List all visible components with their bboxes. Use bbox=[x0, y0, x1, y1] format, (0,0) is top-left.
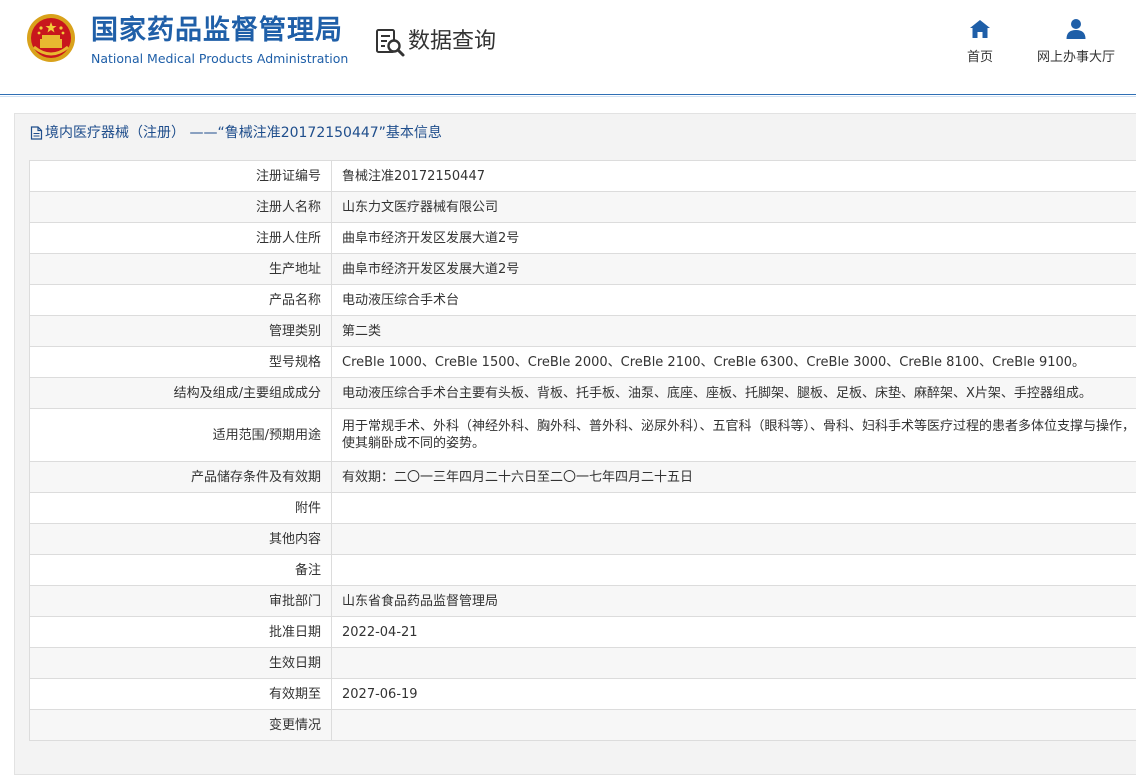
row-value bbox=[332, 710, 1136, 741]
table-row: 生产地址 曲阜市经济开发区发展大道2号 bbox=[30, 254, 1136, 285]
row-label: 产品名称 bbox=[30, 285, 332, 316]
row-label: 结构及组成/主要组成成分 bbox=[30, 378, 332, 409]
row-label: 其他内容 bbox=[30, 524, 332, 555]
site-header: 国家药品监督管理局 National Medical Products Admi… bbox=[0, 0, 1136, 95]
table-row: 产品名称 电动液压综合手术台 bbox=[30, 285, 1136, 316]
row-value: 曲阜市经济开发区发展大道2号 bbox=[332, 254, 1136, 285]
user-icon bbox=[1065, 18, 1087, 40]
row-label: 批准日期 bbox=[30, 617, 332, 648]
row-value: 2022-04-21 bbox=[332, 617, 1136, 648]
row-value bbox=[332, 648, 1136, 679]
row-value: 山东力文医疗器械有限公司 bbox=[332, 192, 1136, 223]
detail-panel: 境内医疗器械（注册） ——“鲁械注准20172150447”基本信息 注册证编号… bbox=[14, 113, 1136, 775]
row-value: 电动液压综合手术台主要有头板、背板、托手板、油泵、底座、座板、托脚架、腿板、足板… bbox=[332, 378, 1136, 409]
row-value: 鲁械注准20172150447 bbox=[332, 161, 1136, 192]
data-query-label: 数据查询 bbox=[408, 26, 496, 58]
table-row: 型号规格 CreBle 1000、CreBle 1500、CreBle 2000… bbox=[30, 347, 1136, 378]
national-emblem-icon[interactable] bbox=[26, 13, 76, 63]
detail-table: 注册证编号 鲁械注准20172150447 注册人名称 山东力文医疗器械有限公司… bbox=[29, 160, 1136, 741]
row-value bbox=[332, 524, 1136, 555]
row-label: 生产地址 bbox=[30, 254, 332, 285]
table-row: 生效日期 bbox=[30, 648, 1136, 679]
row-value: 第二类 bbox=[332, 316, 1136, 347]
row-value: 2027-06-19 bbox=[332, 679, 1136, 710]
table-row: 附件 bbox=[30, 493, 1136, 524]
row-value: 用于常规手术、外科（神经外科、胸外科、普外科、泌尿外科）、五官科（眼科等）、骨科… bbox=[332, 409, 1136, 462]
row-value: 电动液压综合手术台 bbox=[332, 285, 1136, 316]
header-divider bbox=[0, 96, 1136, 97]
panel-title-text: 境内医疗器械（注册） ——“鲁械注准20172150447”基本信息 bbox=[45, 114, 442, 152]
table-row: 管理类别 第二类 bbox=[30, 316, 1136, 347]
detail-table-wrap: 注册证编号 鲁械注准20172150447 注册人名称 山东力文医疗器械有限公司… bbox=[29, 160, 1136, 741]
row-label: 有效期至 bbox=[30, 679, 332, 710]
table-row: 审批部门 山东省食品药品监督管理局 bbox=[30, 586, 1136, 617]
table-row: 产品储存条件及有效期 有效期：二〇一三年四月二十六日至二〇一七年四月二十五日 bbox=[30, 462, 1136, 493]
document-icon bbox=[30, 126, 43, 140]
row-value: 山东省食品药品监督管理局 bbox=[332, 586, 1136, 617]
table-row: 其他内容 bbox=[30, 524, 1136, 555]
row-label: 变更情况 bbox=[30, 710, 332, 741]
row-label: 管理类别 bbox=[30, 316, 332, 347]
row-value: 曲阜市经济开发区发展大道2号 bbox=[332, 223, 1136, 254]
site-logo-en[interactable]: National Medical Products Administration bbox=[91, 51, 348, 67]
nav-online-hall-label: 网上办事大厅 bbox=[1037, 50, 1115, 65]
row-label: 附件 bbox=[30, 493, 332, 524]
row-value: CreBle 1000、CreBle 1500、CreBle 2000、CreB… bbox=[332, 347, 1136, 378]
table-row: 结构及组成/主要组成成分 电动液压综合手术台主要有头板、背板、托手板、油泵、底座… bbox=[30, 378, 1136, 409]
nav-online-hall[interactable]: 网上办事大厅 bbox=[1030, 18, 1122, 65]
row-value bbox=[332, 493, 1136, 524]
table-row: 注册人名称 山东力文医疗器械有限公司 bbox=[30, 192, 1136, 223]
table-row: 批准日期 2022-04-21 bbox=[30, 617, 1136, 648]
site-logo-cn[interactable]: 国家药品监督管理局 bbox=[91, 14, 343, 48]
table-row: 适用范围/预期用途 用于常规手术、外科（神经外科、胸外科、普外科、泌尿外科）、五… bbox=[30, 409, 1136, 462]
document-search-icon bbox=[374, 26, 406, 58]
row-label: 适用范围/预期用途 bbox=[30, 409, 332, 462]
home-icon bbox=[969, 18, 991, 40]
row-value bbox=[332, 555, 1136, 586]
nav-home-label: 首页 bbox=[967, 50, 993, 65]
row-value: 有效期：二〇一三年四月二十六日至二〇一七年四月二十五日 bbox=[332, 462, 1136, 493]
row-label: 生效日期 bbox=[30, 648, 332, 679]
table-row: 备注 bbox=[30, 555, 1136, 586]
table-row: 有效期至 2027-06-19 bbox=[30, 679, 1136, 710]
row-label: 产品储存条件及有效期 bbox=[30, 462, 332, 493]
table-row: 注册人住所 曲阜市经济开发区发展大道2号 bbox=[30, 223, 1136, 254]
data-query-title: 数据查询 bbox=[374, 26, 496, 58]
table-row: 变更情况 bbox=[30, 710, 1136, 741]
panel-title: 境内医疗器械（注册） ——“鲁械注准20172150447”基本信息 bbox=[15, 114, 1136, 152]
row-label: 备注 bbox=[30, 555, 332, 586]
row-label: 型号规格 bbox=[30, 347, 332, 378]
nav-home[interactable]: 首页 bbox=[956, 18, 1004, 65]
row-label: 审批部门 bbox=[30, 586, 332, 617]
row-label: 注册人住所 bbox=[30, 223, 332, 254]
row-label: 注册人名称 bbox=[30, 192, 332, 223]
row-label: 注册证编号 bbox=[30, 161, 332, 192]
table-row: 注册证编号 鲁械注准20172150447 bbox=[30, 161, 1136, 192]
